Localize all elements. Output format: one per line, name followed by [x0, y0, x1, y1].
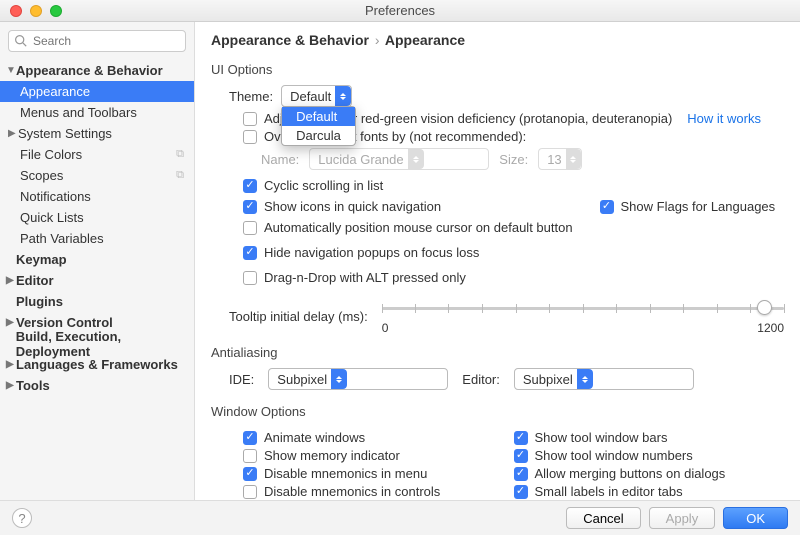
slider-thumb[interactable]: [757, 300, 772, 315]
theme-label: Theme:: [229, 89, 273, 104]
link-how-it-works[interactable]: How it works: [687, 111, 761, 126]
checkbox-memory-indicator[interactable]: [243, 449, 257, 463]
tooltip-delay-slider[interactable]: [382, 297, 784, 319]
section-window-options: Window Options: [211, 404, 784, 419]
section-antialiasing: Antialiasing: [211, 345, 784, 360]
font-size-select: 13: [538, 148, 582, 170]
chevron-right-icon: ▶: [6, 359, 16, 370]
chevron-right-icon: ▶: [6, 275, 16, 286]
checkbox-disable-mnemonics-menu[interactable]: [243, 467, 257, 481]
stepper-icon: [335, 86, 351, 106]
sidebar-item-editor[interactable]: ▶Editor: [0, 270, 194, 291]
window-title: Preferences: [0, 3, 800, 18]
theme-dropdown: Default Darcula: [281, 106, 356, 146]
sidebar-tree: ▼Appearance & Behavior Appearance Menus …: [0, 60, 194, 396]
font-name-label: Name:: [261, 152, 299, 167]
sidebar-item-menus-toolbars[interactable]: Menus and Toolbars: [0, 102, 194, 123]
sidebar-item-languages-frameworks[interactable]: ▶Languages & Frameworks: [0, 354, 194, 375]
sidebar-item-keymap[interactable]: Keymap: [0, 249, 194, 270]
theme-option-default[interactable]: Default: [282, 107, 355, 126]
stepper-icon: [566, 149, 582, 169]
search-icon: [14, 34, 27, 47]
chevron-right-icon: ▶: [6, 317, 16, 328]
main-panel: Appearance & Behavior › Appearance UI Op…: [195, 22, 800, 500]
sidebar-item-tools[interactable]: ▶Tools: [0, 375, 194, 396]
chevron-right-icon: ▶: [6, 380, 16, 391]
search-input[interactable]: [8, 30, 186, 52]
sidebar-item-system-settings[interactable]: ▶System Settings: [0, 123, 194, 144]
font-name-select: Lucida Grande: [309, 148, 489, 170]
checkbox-drag-drop-alt[interactable]: [243, 271, 257, 285]
font-size-label: Size:: [499, 152, 528, 167]
checkbox-animate-windows[interactable]: [243, 431, 257, 445]
sidebar-item-quick-lists[interactable]: Quick Lists: [0, 207, 194, 228]
checkbox-allow-merging[interactable]: [514, 467, 528, 481]
checkbox-show-tool-numbers[interactable]: [514, 449, 528, 463]
help-button[interactable]: ?: [12, 508, 32, 528]
tooltip-delay-label: Tooltip initial delay (ms):: [229, 309, 368, 324]
sidebar-item-path-variables[interactable]: Path Variables: [0, 228, 194, 249]
theme-select[interactable]: Default Default Darcula: [281, 85, 352, 107]
sidebar-item-notifications[interactable]: Notifications: [0, 186, 194, 207]
apply-button[interactable]: Apply: [649, 507, 716, 529]
titlebar: Preferences: [0, 0, 800, 22]
stepper-icon: [408, 149, 424, 169]
stepper-icon: [331, 369, 347, 389]
breadcrumb: Appearance & Behavior › Appearance: [211, 32, 784, 48]
footer: ? Cancel Apply OK: [0, 500, 800, 535]
chevron-down-icon: ▼: [6, 65, 16, 76]
sidebar-item-build-exec-deploy[interactable]: Build, Execution, Deployment: [0, 333, 194, 354]
theme-option-darcula[interactable]: Darcula: [282, 126, 355, 145]
checkbox-auto-mouse[interactable]: [243, 221, 257, 235]
checkbox-show-tool-bars[interactable]: [514, 431, 528, 445]
ok-button[interactable]: OK: [723, 507, 788, 529]
section-ui-options: UI Options: [211, 62, 784, 77]
chevron-right-icon: ▶: [8, 128, 18, 139]
checkbox-cyclic-scrolling[interactable]: [243, 179, 257, 193]
checkbox-show-flags[interactable]: [600, 200, 614, 214]
sidebar-item-file-colors[interactable]: File Colors⧉: [0, 144, 194, 165]
checkbox-show-icons-nav[interactable]: [243, 200, 257, 214]
checkbox-small-labels[interactable]: [514, 485, 528, 499]
copy-icon: ⧉: [176, 148, 184, 161]
search-box: [8, 30, 186, 52]
copy-icon: ⧉: [176, 169, 184, 182]
sidebar-item-appearance[interactable]: Appearance: [0, 81, 194, 102]
sidebar-item-scopes[interactable]: Scopes⧉: [0, 165, 194, 186]
aa-ide-select[interactable]: Subpixel: [268, 368, 448, 390]
aa-editor-label: Editor:: [462, 372, 500, 387]
checkbox-adjust-colors[interactable]: [243, 112, 257, 126]
sidebar: ▼Appearance & Behavior Appearance Menus …: [0, 22, 195, 500]
aa-editor-select[interactable]: Subpixel: [514, 368, 694, 390]
cancel-button[interactable]: Cancel: [566, 507, 640, 529]
checkbox-override-fonts[interactable]: [243, 130, 257, 144]
sidebar-item-plugins[interactable]: Plugins: [0, 291, 194, 312]
sidebar-item-appearance-behavior[interactable]: ▼Appearance & Behavior: [0, 60, 194, 81]
aa-ide-label: IDE:: [229, 372, 254, 387]
stepper-icon: [577, 369, 593, 389]
checkbox-disable-mnemonics-controls[interactable]: [243, 485, 257, 499]
checkbox-hide-nav-popups[interactable]: [243, 246, 257, 260]
chevron-right-icon: ›: [375, 32, 380, 48]
